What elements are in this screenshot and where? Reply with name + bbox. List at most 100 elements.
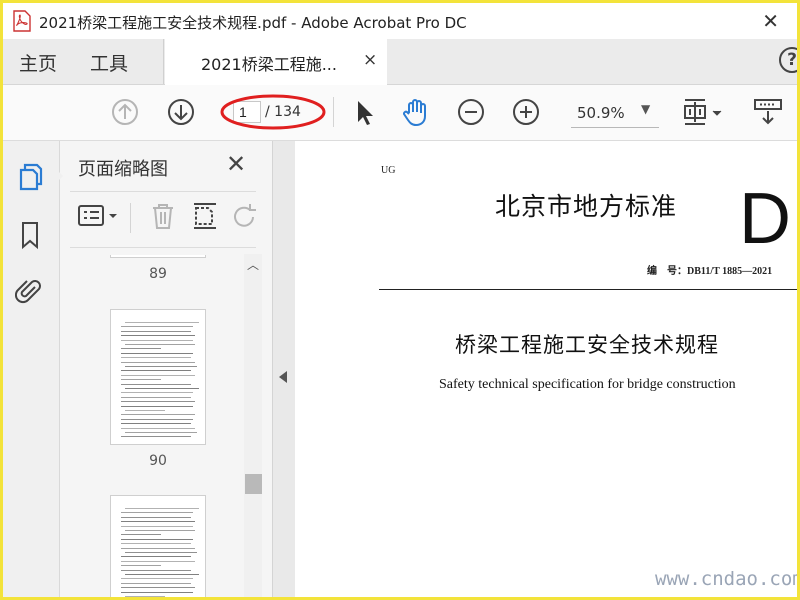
thumbnail-page-91[interactable] <box>110 495 206 597</box>
doc-code: 编 号：DB11/T 1885—2021 <box>647 266 773 277</box>
thumbnail-text-line <box>121 383 191 385</box>
help-button[interactable]: ? <box>779 47 800 73</box>
hand-icon <box>403 99 426 127</box>
thumbnail-text-line <box>121 335 195 337</box>
thumbnail-text-line <box>125 344 195 345</box>
thumbnail-text-line <box>125 322 199 323</box>
thumbnail-text-line <box>121 521 195 523</box>
document-tab[interactable]: 2021桥梁工程施... × <box>165 39 387 85</box>
thumbnail-text-line <box>125 366 197 367</box>
thumbnail-text-line <box>121 361 195 363</box>
thumbnail-text-line <box>121 352 193 354</box>
thumbnail-text-line <box>121 427 195 429</box>
collapse-panel-handle[interactable] <box>272 141 296 597</box>
thumbnail-options-button[interactable] <box>76 199 122 233</box>
next-page-button[interactable] <box>165 96 197 128</box>
arrow-down-circle-icon <box>168 99 194 125</box>
thumbnail-text-line <box>121 330 191 332</box>
page-thumbnails-icon <box>19 163 43 191</box>
panel-close-button[interactable]: ✕ <box>226 150 246 178</box>
plus-circle-icon <box>513 99 539 125</box>
attachments-button[interactable] <box>15 275 45 307</box>
thumbnail-text-line <box>125 508 199 509</box>
thumbnail-text-line <box>121 348 161 350</box>
thumbnail-text-line <box>121 565 161 567</box>
previous-page-button[interactable] <box>109 96 141 128</box>
zoom-out-button[interactable] <box>455 96 487 128</box>
thumbnail-text-line <box>121 569 191 571</box>
document-tab-close-button[interactable]: × <box>363 50 377 70</box>
rotate-page-button[interactable] <box>228 199 262 233</box>
thumbnail-page-label: 89 <box>149 266 167 282</box>
options-list-icon <box>78 205 117 226</box>
window-titlebar: 2021桥梁工程施工安全技术规程.pdf - Adobe Acrobat Pro… <box>3 3 797 39</box>
bookmark-icon <box>22 222 38 250</box>
thumbnail-text-line <box>121 582 191 584</box>
thumbnail-page-90[interactable] <box>110 309 206 445</box>
doc-ug-label: UG <box>381 165 396 176</box>
thumbnail-scrollbar[interactable]: ︿ <box>244 254 262 597</box>
arrow-pointer-icon <box>358 101 373 125</box>
zoom-value: 50.9% <box>577 104 625 122</box>
main-toolbar: / 134 50.9% ▼ <box>3 85 797 141</box>
thumbnail-text-line <box>121 512 193 514</box>
insert-page-button[interactable] <box>188 199 222 233</box>
nav-divider <box>163 39 164 84</box>
thumbnail-text-line <box>121 538 193 540</box>
thumbnail-text-line <box>121 534 161 536</box>
bookmarks-button[interactable] <box>15 219 45 251</box>
nav-tools-tab[interactable]: 工具 <box>90 49 128 76</box>
chevron-down-icon: ▼ <box>641 102 651 116</box>
thumbnail-text-line <box>121 556 191 558</box>
panel-divider <box>70 247 256 248</box>
document-view[interactable]: UG 北京市地方标准 D 编 号：DB11/T 1885—2021 桥梁工程施工… <box>295 141 797 597</box>
zoom-select[interactable]: 50.9% ▼ <box>571 99 659 128</box>
thumbnail-text-line <box>125 530 195 531</box>
scroll-mode-icon <box>754 99 782 125</box>
thumbnail-text-line <box>121 326 193 328</box>
panel-tool-divider <box>130 203 131 233</box>
red-annotation-ellipse <box>220 94 326 130</box>
hand-tool-button[interactable] <box>400 96 432 128</box>
paperclip-icon <box>15 280 41 304</box>
zoom-in-button[interactable] <box>510 96 542 128</box>
thumbnail-text-line <box>121 578 193 580</box>
thumbnail-text-line <box>121 423 191 425</box>
minus-circle-icon <box>458 99 484 125</box>
fit-page-icon <box>684 99 722 125</box>
thumbnail-text-line <box>121 547 195 549</box>
thumbnail-text-line <box>121 436 191 438</box>
panel-title: 页面缩略图 <box>78 159 168 180</box>
thumbnail-text-line <box>121 516 191 518</box>
thumbnail-text-line <box>121 543 191 545</box>
toolbar-divider <box>333 97 334 127</box>
acrobat-pdf-icon <box>13 10 31 32</box>
thumbnail-text-line <box>121 396 191 398</box>
thumbnail-text-line <box>125 574 199 575</box>
select-tool-button[interactable] <box>347 96 379 128</box>
thumbnail-text-line <box>125 432 197 433</box>
scroll-up-arrow-icon[interactable]: ︿ <box>247 256 259 273</box>
nav-home-tab[interactable]: 主页 <box>19 49 57 76</box>
page-thumbnails-panel: 页面缩略图 ✕ 89 90 <box>60 141 272 597</box>
arrow-up-circle-icon <box>112 99 138 125</box>
thumbnail-text-line <box>121 525 193 527</box>
collapse-left-arrow-icon <box>279 371 287 383</box>
thumbnail-text-line <box>125 388 199 389</box>
thumbnail-text-line <box>121 591 193 593</box>
scrollbar-thumb[interactable] <box>245 474 262 494</box>
thumbnail-text-line <box>125 410 165 411</box>
window-close-button[interactable]: ✕ <box>762 9 779 33</box>
rotate-icon <box>234 204 256 227</box>
top-nav: 主页 工具 2021桥梁工程施... × ? <box>3 39 800 85</box>
thumbnail-text-line <box>121 418 193 420</box>
trash-icon <box>153 204 173 229</box>
page-thumbnails-button[interactable] <box>15 161 45 193</box>
doc-horizontal-rule <box>379 289 797 290</box>
delete-pages-button[interactable] <box>146 199 180 233</box>
site-watermark: www.cndao.com <box>655 568 800 590</box>
thumbnail-page-89[interactable] <box>110 255 206 258</box>
page-display-button[interactable] <box>679 96 727 128</box>
panel-divider <box>70 191 256 192</box>
scroll-mode-button[interactable] <box>751 96 785 128</box>
